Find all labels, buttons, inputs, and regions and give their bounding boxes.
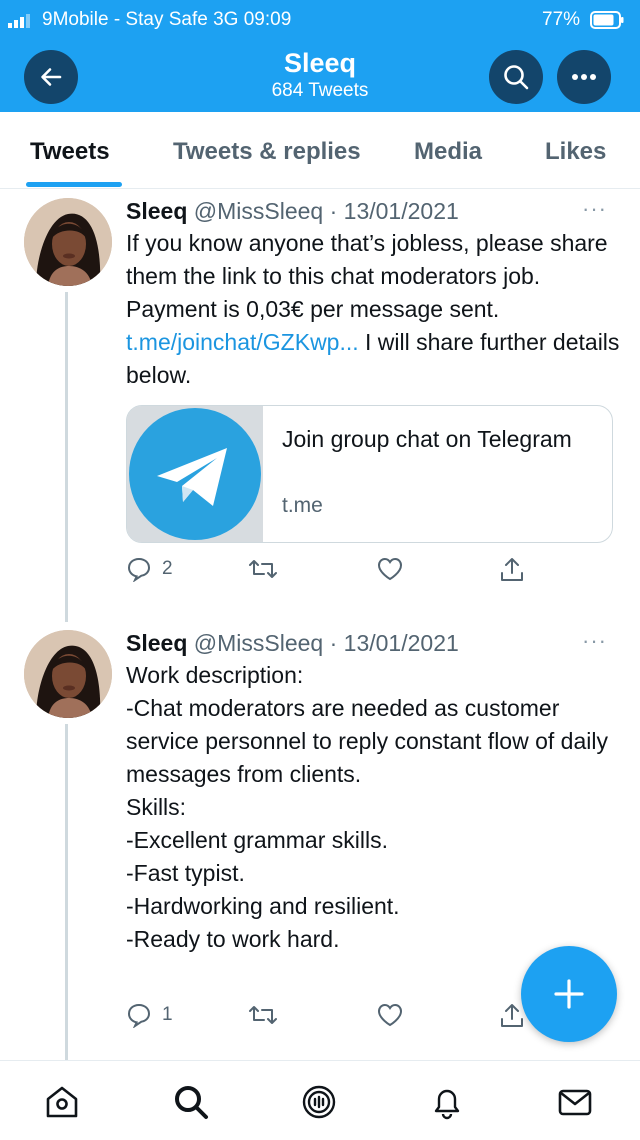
retweet-icon [249, 1006, 277, 1024]
tab-tweets-and-replies[interactable]: Tweets & replies [173, 138, 361, 166]
author-name[interactable]: Sleeq [126, 630, 187, 656]
like-button[interactable] [376, 1002, 404, 1028]
battery-icon [590, 11, 624, 29]
tweet-date[interactable]: · 13/01/2021 [330, 198, 459, 224]
retweet-button[interactable] [248, 1002, 278, 1028]
author-handle[interactable]: @MissSleeq [194, 198, 323, 224]
tweet-text-part: If you know anyone that’s jobless, pleas… [126, 230, 614, 322]
messages-icon[interactable] [556, 1083, 594, 1121]
battery-percent: 77% [542, 9, 581, 30]
avatar[interactable] [24, 630, 112, 718]
tweet-more-button[interactable]: ··· [582, 196, 607, 222]
profile-photo [24, 630, 112, 718]
tweet-header: Sleeq @MissSleeq · 13/01/2021 [126, 198, 459, 225]
card-domain: t.me [282, 494, 323, 517]
retweet-icon [249, 560, 277, 578]
tweet-actions: 2 [126, 556, 546, 590]
search-button[interactable] [489, 50, 543, 104]
bottom-navigation [0, 1060, 640, 1140]
heart-icon [377, 1003, 403, 1027]
thread-line [65, 724, 68, 1060]
active-tab-indicator [26, 182, 122, 187]
reply-button[interactable]: 2 [126, 556, 173, 582]
card-title: Join group chat on Telegram [282, 426, 572, 452]
tweet-actions: 1 [126, 1002, 546, 1036]
share-icon [501, 558, 523, 581]
compose-tweet-button[interactable] [521, 946, 617, 1042]
tweet-link[interactable]: t.me/joinchat/GZKwp... [126, 329, 359, 355]
telegram-logo [127, 406, 263, 542]
tab-tweets[interactable]: Tweets [30, 138, 110, 166]
search-icon [504, 65, 529, 90]
tab-media[interactable]: Media [414, 138, 482, 166]
back-button[interactable] [24, 50, 78, 104]
reply-count: 1 [162, 1004, 173, 1025]
avatar[interactable] [24, 198, 112, 286]
tweet-text: Work description: -Chat moderators are n… [126, 662, 608, 952]
retweet-button[interactable] [248, 556, 278, 582]
arrow-left-icon [41, 68, 62, 86]
tweet-header: Sleeq @MissSleeq · 13/01/2021 [126, 630, 459, 657]
spaces-icon[interactable] [300, 1083, 338, 1121]
share-button[interactable] [498, 556, 526, 584]
tweet-text: If you know anyone that’s jobless, pleas… [126, 227, 621, 392]
plus-icon [554, 979, 584, 1009]
carrier-text: 9Mobile - Stay Safe 3G 09:09 [42, 9, 292, 30]
telegram-icon [127, 406, 263, 542]
thread-line [65, 292, 68, 622]
author-handle[interactable]: @MissSleeq [194, 630, 323, 656]
tab-likes[interactable]: Likes [545, 138, 606, 166]
profile-name-title: Sleeq [283, 48, 357, 78]
notifications-icon[interactable] [428, 1083, 466, 1121]
header-bar: 9Mobile - Stay Safe 3G 09:09 77% Sleeq 6… [0, 0, 640, 112]
tweet-more-button[interactable]: ··· [582, 628, 607, 654]
more-icon [572, 74, 596, 80]
signal-icon [8, 14, 30, 28]
author-name[interactable]: Sleeq [126, 198, 187, 224]
status-bar: 9Mobile - Stay Safe 3G 09:09 77% [0, 0, 640, 40]
tweet-count: 684 Tweets [271, 80, 369, 101]
profile-tabs: Tweets Tweets & replies Media Likes [0, 112, 640, 189]
reply-count: 2 [162, 558, 173, 579]
more-options-button[interactable] [557, 50, 611, 104]
reply-button[interactable]: 1 [126, 1002, 173, 1028]
heart-icon [377, 557, 403, 581]
reply-icon [127, 1003, 151, 1028]
home-icon[interactable] [43, 1083, 81, 1121]
like-button[interactable] [376, 556, 404, 582]
tweet-date[interactable]: · 13/01/2021 [330, 630, 459, 656]
search-icon[interactable] [172, 1083, 210, 1121]
reply-icon [127, 557, 151, 582]
link-preview-card[interactable]: Join group chat on Telegram t.me [126, 405, 613, 543]
profile-photo [24, 198, 112, 286]
